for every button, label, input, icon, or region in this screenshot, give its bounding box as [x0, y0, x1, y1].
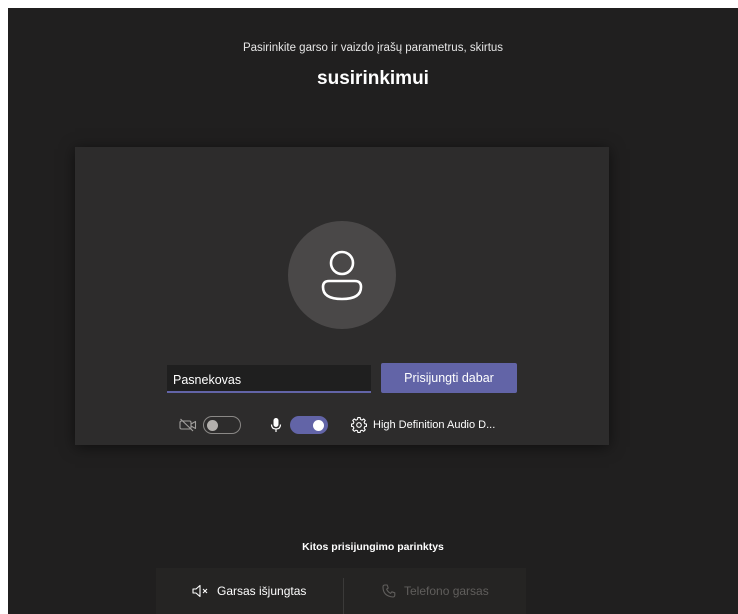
speaker-off-icon — [192, 584, 208, 598]
other-join-options-title: Kitos prisijungimo parinktys — [302, 541, 444, 553]
audio-off-label: Garsas išjungtas — [217, 584, 307, 598]
audio-device-selector[interactable]: High Definition Audio D... — [351, 414, 495, 436]
audio-device-label: High Definition Audio D... — [373, 419, 496, 431]
prejoin-subtitle: Pasirinkite garso ir vaizdo įrašų parame… — [242, 42, 504, 54]
gear-icon — [351, 417, 367, 433]
join-now-button[interactable]: Prisijungti dabar — [381, 363, 517, 393]
meeting-title: susirinkimui — [317, 68, 429, 89]
meeting-prejoin-screen: Pasirinkite garso ir vaizdo įrašų parame… — [8, 8, 738, 614]
camera-toggle-knob — [207, 419, 218, 431]
phone-audio-option[interactable]: Telefono garsas — [382, 568, 489, 614]
display-name-input[interactable] — [167, 365, 371, 393]
device-controls: High Definition Audio D... — [75, 414, 609, 436]
preview-card: Prisijungti dabar — [75, 147, 609, 445]
camera-off-icon — [179, 418, 197, 432]
microphone-toggle[interactable] — [290, 416, 328, 434]
camera-control — [179, 414, 241, 436]
phone-icon — [382, 584, 396, 598]
person-icon — [321, 250, 363, 301]
phone-audio-label: Telefono garsas — [404, 584, 489, 598]
camera-toggle[interactable] — [203, 416, 241, 434]
microphone-toggle-knob — [313, 419, 324, 431]
avatar — [288, 221, 396, 329]
microphone-control — [270, 414, 328, 436]
other-join-options: Garsas išjungtas Telefono garsas — [156, 568, 526, 614]
options-divider — [343, 578, 344, 614]
microphone-icon — [270, 418, 282, 432]
audio-off-option[interactable]: Garsas išjungtas — [192, 568, 306, 614]
